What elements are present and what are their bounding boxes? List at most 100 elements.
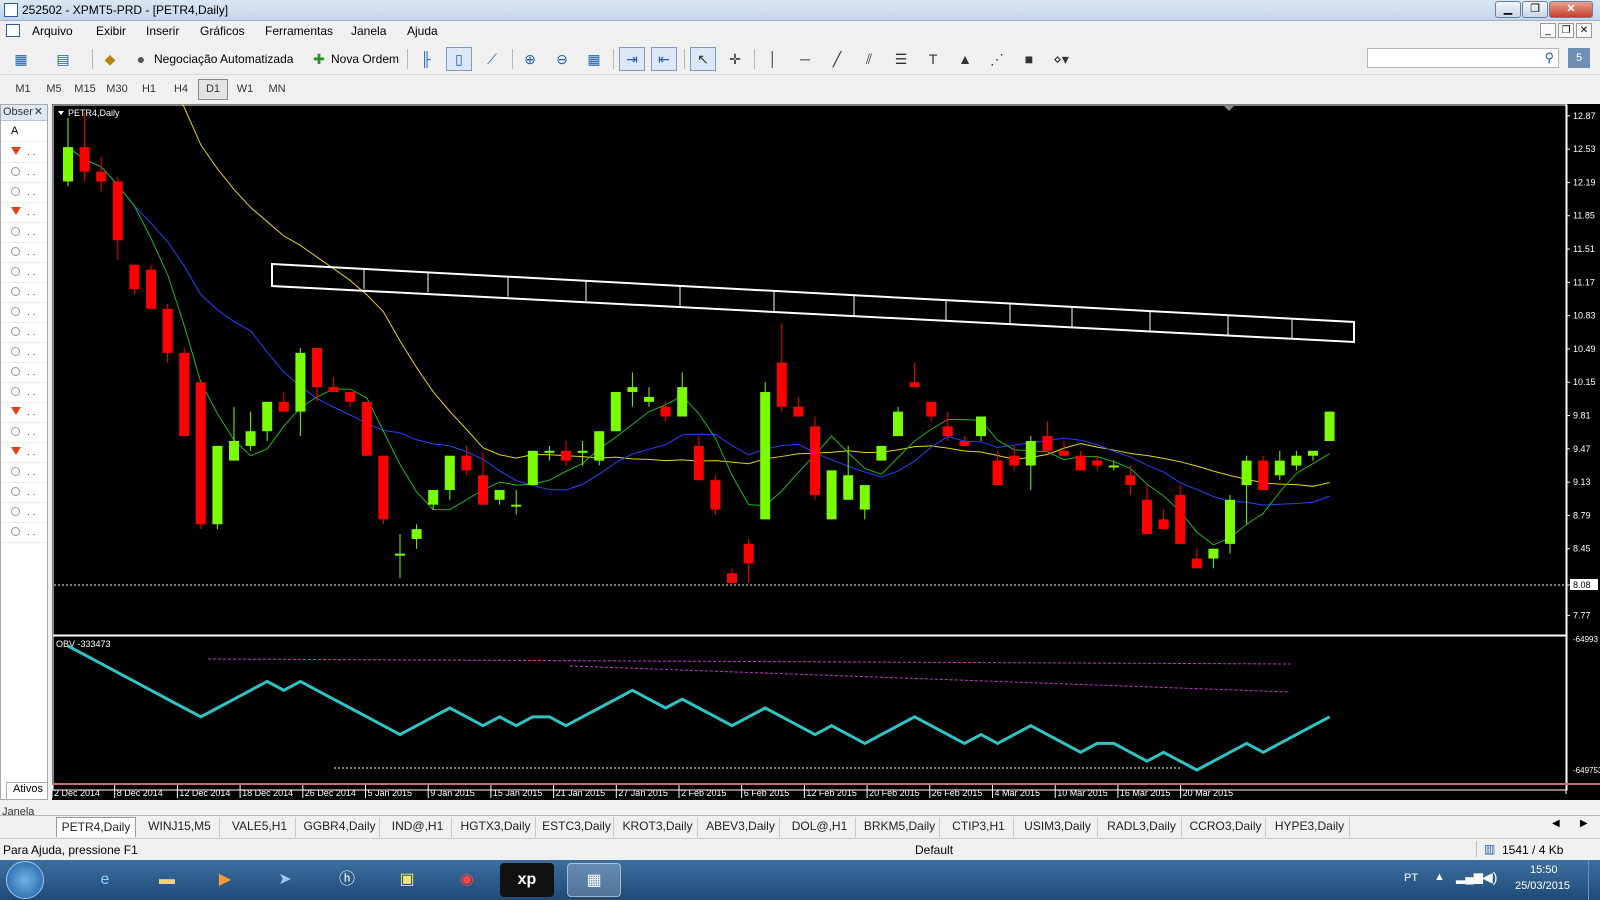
candle-body[interactable] bbox=[63, 147, 73, 182]
label-icon[interactable]: ▲ bbox=[952, 47, 978, 71]
candle-body[interactable] bbox=[544, 450, 555, 453]
market-watch-row[interactable]: .. bbox=[1, 323, 47, 343]
tf-w1[interactable]: W1 bbox=[230, 79, 260, 100]
candle-body[interactable] bbox=[926, 401, 937, 417]
tf-h1[interactable]: H1 bbox=[134, 79, 164, 100]
candle-body[interactable] bbox=[345, 392, 356, 402]
candle-body[interactable] bbox=[776, 362, 787, 407]
market-watch-row[interactable]: .. bbox=[1, 363, 47, 383]
chart-window-icon[interactable] bbox=[6, 24, 20, 37]
tf-m30[interactable]: M30 bbox=[102, 79, 132, 100]
candle-body[interactable] bbox=[444, 455, 455, 490]
candle-body[interactable] bbox=[1225, 499, 1235, 544]
folder-icon[interactable]: ▬ bbox=[140, 863, 194, 897]
candle-body[interactable] bbox=[826, 470, 837, 520]
candle-body[interactable] bbox=[577, 450, 588, 453]
candle-body[interactable] bbox=[942, 426, 953, 437]
market-watch-row[interactable]: .. bbox=[1, 203, 47, 223]
candle-body[interactable] bbox=[494, 489, 505, 500]
chart-window[interactable]: 12.87 12.53 12.19 11.85 11.51 11.17 10.83 10.49… bbox=[51, 0, 1600, 800]
auto-trading-button[interactable]: Negociação Automatizada bbox=[154, 52, 293, 66]
market-watch-row[interactable]: .. bbox=[1, 383, 47, 403]
mdi-minimize-button[interactable]: _ bbox=[1540, 23, 1556, 38]
auto-trading-icon[interactable]: ● bbox=[128, 47, 154, 71]
candle-body[interactable] bbox=[278, 401, 289, 412]
candle-body[interactable] bbox=[876, 445, 887, 461]
vertical-line-icon[interactable]: │ bbox=[760, 47, 786, 71]
candle-body[interactable] bbox=[79, 147, 90, 172]
chart-tab[interactable]: USIM3,Daily bbox=[1018, 817, 1098, 837]
candle-body[interactable] bbox=[1108, 465, 1119, 468]
candle-body[interactable] bbox=[1025, 441, 1036, 466]
market-watch-row[interactable]: .. bbox=[1, 303, 47, 323]
candle-body[interactable] bbox=[1308, 450, 1318, 456]
market-watch-row[interactable]: .. bbox=[1, 503, 47, 523]
chart-tab[interactable]: ESTC3,Daily bbox=[540, 817, 614, 837]
candle-body[interactable] bbox=[893, 411, 903, 437]
candle-body[interactable] bbox=[96, 171, 107, 182]
chart-menu-icon[interactable] bbox=[58, 111, 64, 115]
candle-body[interactable] bbox=[1142, 499, 1152, 535]
candle-body[interactable] bbox=[1241, 460, 1252, 486]
chart-shift-marker[interactable] bbox=[1224, 106, 1234, 111]
candle-body[interactable] bbox=[378, 455, 389, 520]
tabs-scroll-left-icon[interactable]: ◀ bbox=[1552, 818, 1560, 829]
chart-tab[interactable]: WINJ15,M5 bbox=[140, 817, 220, 837]
chart-tab[interactable]: HYPE3,Daily bbox=[1270, 817, 1350, 837]
candle-body[interactable] bbox=[644, 396, 654, 402]
candle-body[interactable] bbox=[179, 352, 190, 437]
chart-tab[interactable]: DOL@,H1 bbox=[784, 817, 856, 837]
chart-tab[interactable]: VALE5,H1 bbox=[224, 817, 296, 837]
more-objects-icon[interactable]: ⋄▾ bbox=[1048, 47, 1074, 71]
crosshair-icon[interactable]: ✛ bbox=[722, 47, 748, 71]
tf-mn[interactable]: MN bbox=[262, 79, 292, 100]
tf-d1[interactable]: D1 bbox=[198, 79, 228, 100]
candle-body[interactable] bbox=[610, 392, 621, 432]
channel-drawing[interactable] bbox=[271, 262, 1355, 344]
market-watch-row[interactable]: .. bbox=[1, 163, 47, 183]
obv-trendline-lower[interactable] bbox=[569, 665, 1291, 693]
menu-ajuda[interactable]: Ajuda bbox=[407, 24, 438, 38]
rectangle-icon[interactable]: ■ bbox=[1016, 47, 1042, 71]
tf-m5[interactable]: M5 bbox=[39, 79, 69, 100]
clock-date[interactable]: 25/03/2015 bbox=[1515, 880, 1570, 892]
market-watch-row[interactable]: .. bbox=[1, 143, 47, 163]
candle-body[interactable] bbox=[1092, 460, 1103, 466]
candle-body[interactable] bbox=[1274, 460, 1285, 476]
candle-body[interactable] bbox=[527, 450, 538, 486]
candle-body[interactable] bbox=[627, 387, 638, 393]
candle-body[interactable] bbox=[162, 308, 173, 353]
start-button[interactable] bbox=[6, 861, 44, 899]
candle-body[interactable] bbox=[511, 504, 522, 507]
candle-body[interactable] bbox=[760, 392, 771, 520]
candle-body[interactable] bbox=[976, 416, 986, 437]
chart-tab[interactable]: HGTX3,Daily bbox=[456, 817, 536, 837]
price-chart[interactable]: 12.87 12.53 12.19 11.85 11.51 11.17 10.83 10.49… bbox=[51, 0, 1600, 800]
language-indicator[interactable]: PT bbox=[1404, 872, 1418, 884]
media-player-icon[interactable]: ▶ bbox=[198, 863, 252, 897]
clock-time[interactable]: 15:50 bbox=[1530, 864, 1558, 876]
candle-body[interactable] bbox=[1175, 494, 1186, 544]
chart-tab[interactable]: CTIP3,H1 bbox=[944, 817, 1014, 837]
menu-janela[interactable]: Janela bbox=[351, 24, 386, 38]
market-watch-tab[interactable]: Ativos bbox=[6, 782, 48, 800]
tools-app-icon[interactable]: ▣ bbox=[380, 863, 434, 897]
chrome-icon[interactable]: ◉ bbox=[440, 863, 494, 897]
candle-body[interactable] bbox=[295, 352, 306, 412]
zoom-out-icon[interactable]: ⊖ bbox=[549, 47, 575, 71]
candle-body[interactable] bbox=[428, 489, 439, 505]
candle-body[interactable] bbox=[245, 431, 256, 446]
candle-body[interactable] bbox=[1324, 411, 1335, 442]
profiles-icon[interactable]: ▤ bbox=[50, 47, 76, 71]
menu-inserir[interactable]: Inserir bbox=[146, 24, 179, 38]
market-watch-row[interactable]: .. bbox=[1, 223, 47, 243]
market-watch-row[interactable]: .. bbox=[1, 263, 47, 283]
market-watch-row[interactable]: .. bbox=[1, 243, 47, 263]
candle-body[interactable] bbox=[411, 529, 422, 539]
chat-icon[interactable]: 5 bbox=[1568, 48, 1590, 68]
tf-m1[interactable]: M1 bbox=[8, 79, 38, 100]
chart-tab[interactable]: BRKM5,Daily bbox=[860, 817, 940, 837]
search-input[interactable]: ⚲ bbox=[1367, 48, 1559, 68]
obv-trendline-upper[interactable] bbox=[207, 658, 1291, 665]
market-watch-row[interactable]: .. bbox=[1, 423, 47, 443]
